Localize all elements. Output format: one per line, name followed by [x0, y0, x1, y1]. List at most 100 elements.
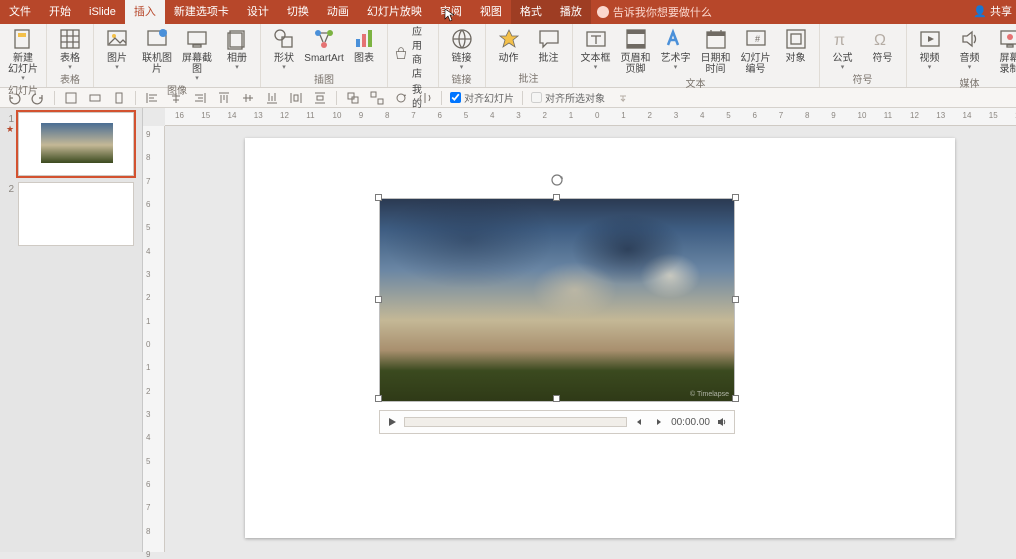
group-button[interactable]: [345, 90, 361, 106]
play-button[interactable]: [384, 414, 400, 430]
ruler-tick: 7: [146, 177, 150, 186]
resize-handle[interactable]: [732, 395, 739, 402]
symbol-button[interactable]: Ω符号: [866, 26, 900, 64]
thumb-canvas[interactable]: [18, 112, 134, 176]
ribbon-group-图像: 图片▾联机图片屏幕截图▾相册▾图像: [94, 24, 261, 87]
object-button[interactable]: 对象: [779, 26, 813, 64]
redo-button[interactable]: [30, 90, 46, 106]
align-center-h-button[interactable]: [168, 90, 184, 106]
smartart-button[interactable]: SmartArt: [307, 26, 341, 64]
rotate-button[interactable]: [393, 90, 409, 106]
store-button[interactable]: 应用商店: [394, 26, 432, 82]
align-top-button[interactable]: [216, 90, 232, 106]
video-button[interactable]: 视频▾: [913, 26, 947, 71]
ruler-vertical: 9876543210123456789: [143, 126, 165, 552]
slide-thumbnails-panel[interactable]: 1★2: [0, 108, 143, 552]
ruler-tick: 6: [438, 111, 442, 120]
distribute-h-button[interactable]: [288, 90, 304, 106]
thumb-canvas[interactable]: [18, 182, 134, 246]
step-forward-button[interactable]: [651, 414, 667, 430]
resize-handle[interactable]: [553, 194, 560, 201]
tell-me[interactable]: 告诉我你想要做什么: [597, 0, 712, 24]
ruler-tick: 5: [464, 111, 468, 120]
tab-7[interactable]: 动画: [318, 0, 358, 24]
ruler-tick: 11: [884, 111, 892, 120]
ruler-tick: 12: [280, 111, 289, 120]
ungroup-button[interactable]: [369, 90, 385, 106]
tab-2[interactable]: iSlide: [80, 0, 125, 24]
shapes-button[interactable]: 形状▾: [267, 26, 301, 71]
online-pictures-button[interactable]: 联机图片: [140, 26, 174, 75]
resize-handle[interactable]: [732, 296, 739, 303]
screen-recording-icon: [997, 26, 1016, 52]
header-footer-button[interactable]: 页眉和页脚: [619, 26, 653, 75]
ruler-tick: 0: [595, 111, 599, 120]
distribute-v-button[interactable]: [312, 90, 328, 106]
resize-handle[interactable]: [732, 194, 739, 201]
tab-12[interactable]: 播放: [551, 0, 591, 24]
resize-handle[interactable]: [375, 296, 382, 303]
screenshot-button[interactable]: 屏幕截图▾: [180, 26, 214, 82]
tab-11[interactable]: 格式: [511, 0, 551, 24]
wordart-button[interactable]: 艺术字▾: [659, 26, 693, 71]
align-right-button[interactable]: [192, 90, 208, 106]
equation-button[interactable]: π公式▾: [826, 26, 860, 71]
qat-btn-3[interactable]: [111, 90, 127, 106]
tab-0[interactable]: 文件: [0, 0, 40, 24]
align-to-slide-checkbox[interactable]: 对齐幻灯片: [450, 90, 514, 105]
photo-album-button[interactable]: 相册▾: [220, 26, 254, 71]
new-slide-button[interactable]: 新建幻灯片▾: [6, 26, 40, 82]
tab-1[interactable]: 开始: [40, 0, 80, 24]
audio-button[interactable]: 音频▾: [953, 26, 987, 71]
ruler-tick: 4: [146, 433, 150, 442]
hyperlink-button[interactable]: 链接▾: [445, 26, 479, 71]
video-seek-track[interactable]: [404, 417, 627, 427]
qat-more-button[interactable]: [615, 90, 631, 106]
tab-3[interactable]: 插入: [125, 0, 165, 24]
chart-button[interactable]: 图表: [347, 26, 381, 64]
ruler-tick: 3: [146, 270, 150, 279]
slide[interactable]: © Timelapse 00:00.00: [245, 138, 955, 538]
align-middle-button[interactable]: [240, 90, 256, 106]
tab-10[interactable]: 视图: [471, 0, 511, 24]
rotate-handle-icon[interactable]: [549, 172, 565, 188]
date-time-button[interactable]: 日期和时间: [699, 26, 733, 75]
align-left-button[interactable]: [144, 90, 160, 106]
video-object[interactable]: © Timelapse 00:00.00: [379, 198, 735, 434]
slide-number-button[interactable]: #幻灯片编号: [739, 26, 773, 75]
ruler-tick: 11: [306, 111, 314, 120]
video-frame[interactable]: © Timelapse: [379, 198, 735, 402]
tab-6[interactable]: 切换: [278, 0, 318, 24]
ruler-tick: 7: [146, 503, 150, 512]
svg-text:π: π: [834, 32, 845, 49]
slide-thumb-1[interactable]: 1★: [6, 112, 136, 176]
resize-handle[interactable]: [553, 395, 560, 402]
comment-button[interactable]: 批注: [532, 26, 566, 64]
resize-handle[interactable]: [375, 395, 382, 402]
edit-area: 1615141312111098765432101234567891011121…: [143, 108, 1016, 552]
ruler-tick: 9: [146, 550, 150, 559]
ruler-tick: 8: [146, 153, 150, 162]
step-back-button[interactable]: [631, 414, 647, 430]
tab-9[interactable]: 审阅: [431, 0, 471, 24]
qat-btn-2[interactable]: [87, 90, 103, 106]
slide-number-label: 幻灯片编号: [741, 53, 771, 75]
resize-handle[interactable]: [375, 194, 382, 201]
align-bottom-button[interactable]: [264, 90, 280, 106]
tab-5[interactable]: 设计: [238, 0, 278, 24]
slide-thumb-2[interactable]: 2: [6, 182, 136, 246]
canvas[interactable]: © Timelapse 00:00.00: [165, 126, 1016, 552]
screen-recording-button[interactable]: 屏幕录制: [993, 26, 1016, 75]
align-to-slide-input[interactable]: [450, 92, 461, 103]
undo-button[interactable]: [6, 90, 22, 106]
share-button[interactable]: 👤 共享: [973, 0, 1012, 24]
tab-4[interactable]: 新建选项卡: [165, 0, 238, 24]
tab-8[interactable]: 幻灯片放映: [358, 0, 431, 24]
flip-button[interactable]: [417, 90, 433, 106]
text-box-button[interactable]: 文本框▾: [579, 26, 613, 71]
pictures-button[interactable]: 图片▾: [100, 26, 134, 71]
table-button[interactable]: 表格▾: [53, 26, 87, 71]
action-button[interactable]: 动作: [492, 26, 526, 64]
qat-btn-1[interactable]: [63, 90, 79, 106]
volume-button[interactable]: [714, 414, 730, 430]
